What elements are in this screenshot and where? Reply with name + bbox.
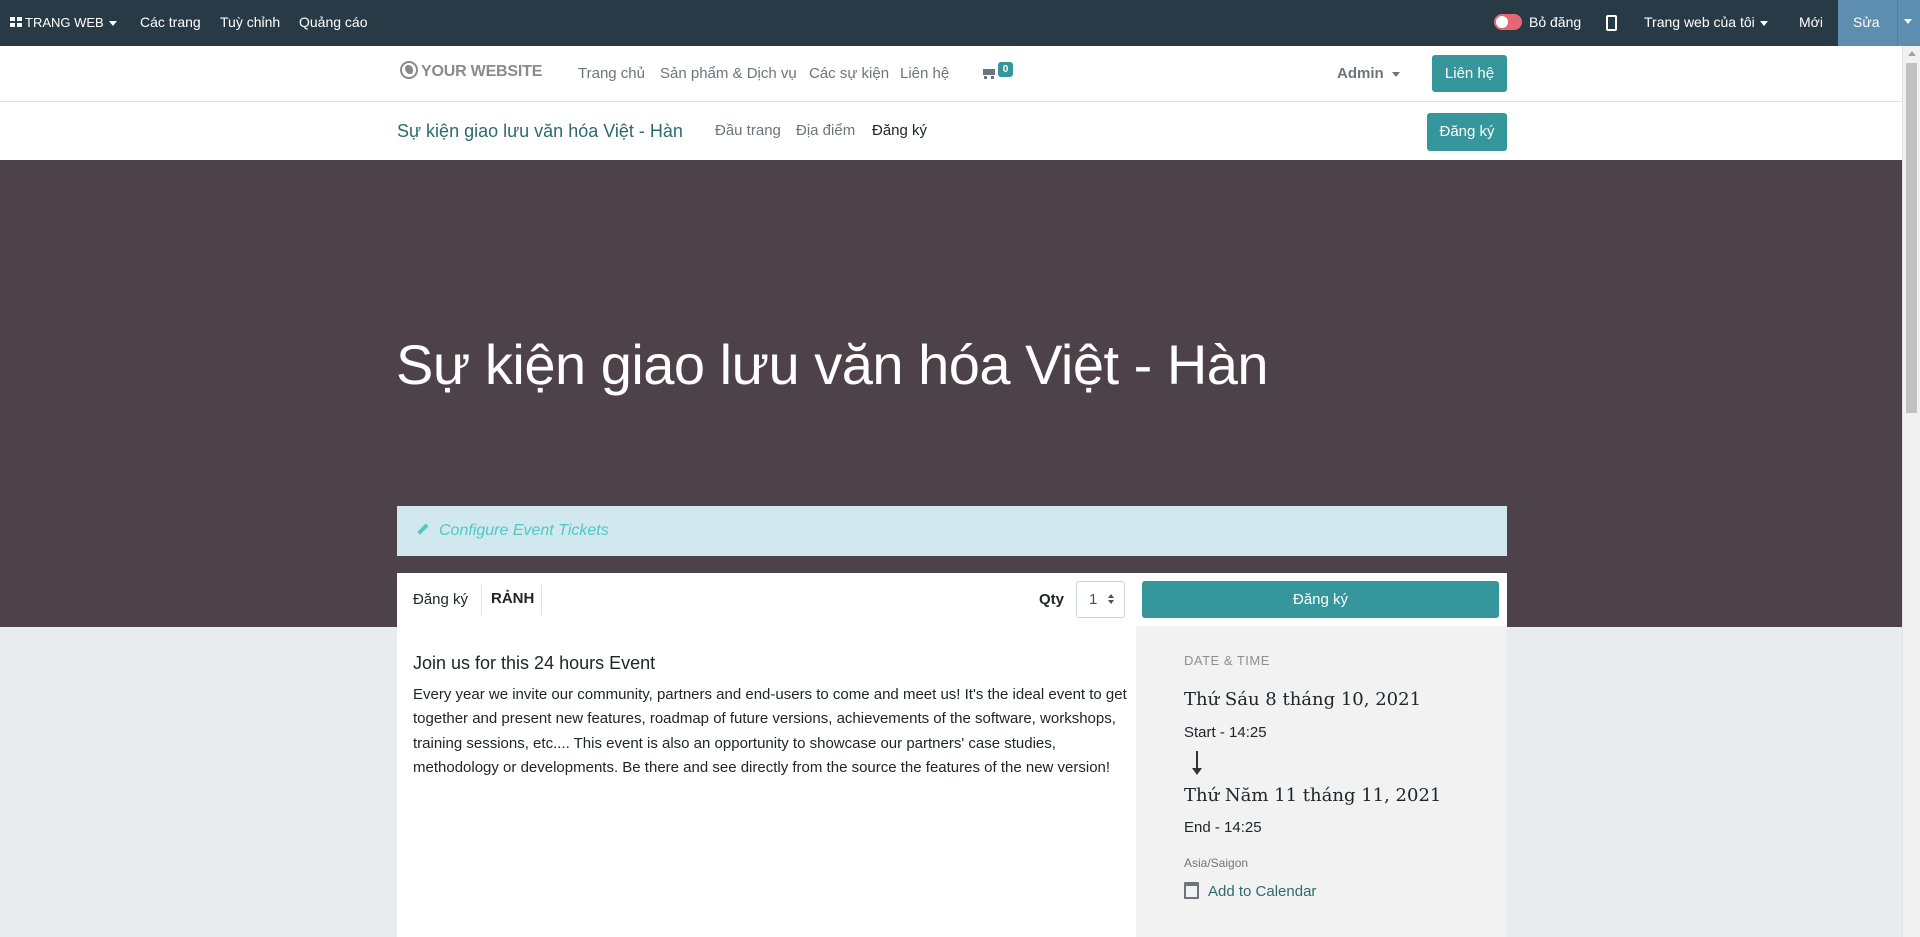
edit-dropdown-toggle[interactable] (1897, 0, 1920, 46)
scrollbar-thumb[interactable] (1906, 63, 1917, 413)
page-scrollbar[interactable] (1902, 46, 1920, 937)
editor-top-bar: TRANG WEB Các trang Tuỳ chỉnh Quảng cáo … (0, 0, 1920, 46)
date-time-heading: DATE & TIME (1184, 653, 1270, 668)
my-website-menu[interactable]: Trang web của tôi (1644, 0, 1768, 46)
event-subnav: Sự kiện giao lưu văn hóa Việt - Hàn Đầu … (0, 102, 1902, 160)
qty-label: Qty (1039, 591, 1065, 608)
mobile-preview-icon[interactable] (1606, 15, 1617, 31)
pencil-icon (417, 524, 428, 535)
start-date: Thứ Sáu 8 tháng 10, 2021 (1184, 689, 1422, 710)
configure-tickets-link[interactable]: Configure Event Tickets (439, 506, 609, 556)
registration-card: Đăng ký RẢNH Qty 1 Đăng ký Join us for t… (397, 573, 1507, 937)
menu-promote[interactable]: Quảng cáo (299, 0, 368, 46)
ticket-availability: RẢNH (491, 590, 535, 607)
caret-down-icon (1391, 71, 1400, 77)
add-to-calendar-link[interactable]: Add to Calendar (1184, 881, 1317, 901)
timezone: Asia/Saigon (1184, 856, 1249, 870)
event-title: Sự kiện giao lưu văn hóa Việt - Hàn (396, 332, 1269, 396)
scroll-up-arrow-icon[interactable] (1908, 51, 1916, 56)
publish-label[interactable]: Bỏ đăng (1529, 0, 1581, 46)
register-top-button[interactable]: Đăng ký (1427, 113, 1507, 151)
ticket-name: Đăng ký (413, 591, 469, 608)
logo-text: YOUR WEBSITE (421, 63, 543, 81)
user-name: Admin (1337, 65, 1384, 82)
edit-label: Sửa (1853, 14, 1880, 30)
nav-contact[interactable]: Liên hệ (900, 46, 949, 102)
event-nav-title[interactable]: Sự kiện giao lưu văn hóa Việt - Hàn (397, 102, 683, 160)
globe-icon (400, 61, 418, 79)
event-tab-location[interactable]: Địa điểm (796, 102, 855, 160)
edit-button[interactable]: Sửa (1838, 0, 1920, 46)
event-description: Join us for this 24 hours Event Every ye… (413, 653, 1133, 780)
qty-value: 1 (1089, 591, 1098, 608)
site-logo[interactable]: YOUR WEBSITE (400, 61, 543, 81)
divider (541, 585, 542, 615)
arrow-down-icon (1192, 751, 1202, 775)
contact-us-button[interactable]: Liên hệ (1432, 55, 1507, 92)
ticket-row: Đăng ký RẢNH Qty 1 Đăng ký (397, 573, 1507, 626)
divider (481, 585, 482, 615)
caret-down-icon (1759, 20, 1768, 26)
calendar-icon (1184, 881, 1199, 899)
nav-home[interactable]: Trang chủ (578, 46, 645, 102)
publish-toggle[interactable] (1494, 14, 1522, 30)
end-time: End - 14:25 (1184, 819, 1262, 836)
cart-count-badge: 0 (998, 62, 1013, 77)
event-tab-register[interactable]: Đăng ký (872, 102, 927, 160)
nav-products-services[interactable]: Sản phẩm & Dịch vụ (660, 46, 797, 102)
caret-down-icon (108, 20, 117, 26)
user-menu[interactable]: Admin (1337, 46, 1400, 102)
start-time: Start - 14:25 (1184, 724, 1267, 741)
menu-customize[interactable]: Tuỳ chỉnh (220, 0, 280, 46)
nav-events[interactable]: Các sự kiện (809, 46, 889, 102)
apps-menu[interactable]: TRANG WEB (10, 0, 117, 46)
configure-tickets-notice[interactable]: Configure Event Tickets (397, 506, 1507, 556)
event-cover: Sự kiện giao lưu văn hóa Việt - Hàn (0, 160, 1902, 627)
description-title: Join us for this 24 hours Event (413, 653, 656, 673)
menu-pages[interactable]: Các trang (140, 0, 201, 46)
apps-label: TRANG WEB (25, 15, 104, 30)
select-arrows-icon (1108, 594, 1114, 605)
event-tab-intro[interactable]: Đầu trang (715, 102, 781, 160)
site-header: YOUR WEBSITE Trang chủ Sản phẩm & Dịch v… (0, 46, 1902, 102)
register-button[interactable]: Đăng ký (1142, 581, 1499, 618)
new-button[interactable]: Mới (1799, 0, 1823, 46)
apps-icon (10, 17, 22, 28)
add-to-calendar-label: Add to Calendar (1208, 883, 1317, 900)
date-time-panel: DATE & TIME Thứ Sáu 8 tháng 10, 2021 Sta… (1136, 626, 1507, 937)
qty-select[interactable]: 1 (1076, 581, 1125, 618)
end-date: Thứ Năm 11 tháng 11, 2021 (1184, 785, 1442, 806)
my-website-label: Trang web của tôi (1644, 14, 1755, 30)
cart-icon[interactable] (981, 66, 997, 80)
caret-down-icon (1904, 19, 1912, 24)
description-body: Every year we invite our community, part… (413, 686, 1127, 776)
